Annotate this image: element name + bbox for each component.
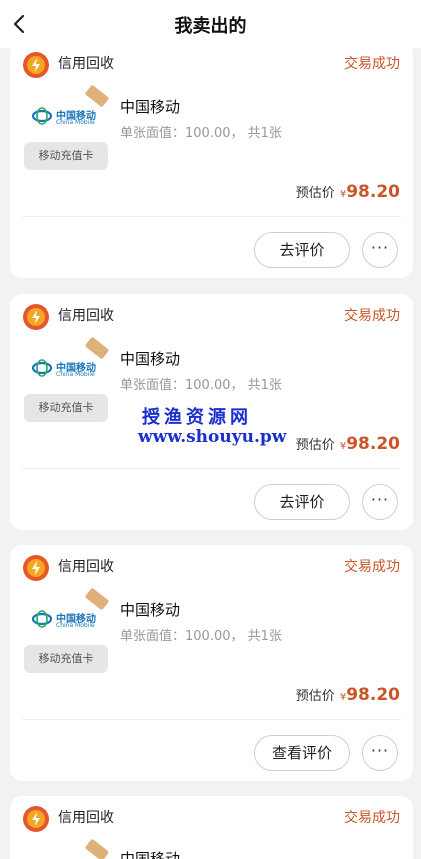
merchant-logo-icon: [23, 806, 49, 832]
merchant-name: 信用回收: [58, 559, 114, 575]
china-mobile-logo: 中国移动 China Mobile: [32, 106, 102, 130]
status-label: 交易成功: [344, 559, 400, 575]
product-name: 中国移动: [120, 850, 181, 859]
product-name: 中国移动: [120, 98, 181, 116]
product-name: 中国移动: [120, 350, 181, 368]
product-detail: 单张面值：100.00， 共1张: [120, 629, 282, 644]
order-card[interactable]: 信用回收 交易成功 中国移动 China Mobile 移动充值卡 中国移动 单…: [10, 294, 413, 530]
product-image: 中国移动 China Mobile 移动充值卡: [22, 84, 110, 178]
status-label: 交易成功: [344, 810, 400, 826]
product-image: [22, 838, 108, 859]
china-mobile-logo: 中国移动 China Mobile: [32, 609, 102, 633]
divider: [22, 468, 401, 469]
product-image: 中国移动 China Mobile 移动充值卡: [22, 336, 110, 430]
status-label: 交易成功: [344, 56, 400, 72]
more-options-button[interactable]: ···: [362, 735, 398, 771]
order-card[interactable]: 信用回收 交易成功 中国移动 China Mobile 移动充值卡 中国移动 单…: [10, 545, 413, 781]
status-label: 交易成功: [344, 308, 400, 324]
review-button[interactable]: 去评价: [254, 232, 350, 268]
product-name: 中国移动: [120, 601, 181, 619]
merchant-name: 信用回收: [58, 56, 114, 72]
divider: [22, 719, 401, 720]
corner-tag-icon: [84, 838, 108, 859]
merchant-name: 信用回收: [58, 308, 114, 324]
merchant-logo-icon: [23, 304, 49, 330]
more-options-button[interactable]: ···: [362, 232, 398, 268]
order-card[interactable]: 信用回收 交易成功 中国移动: [10, 796, 413, 859]
more-options-button[interactable]: ···: [362, 484, 398, 520]
estimated-price: 预估价 ¥98.20: [295, 685, 400, 705]
top-bar: 我卖出的: [0, 0, 421, 48]
china-mobile-logo: 中国移动 China Mobile: [32, 358, 102, 382]
china-mobile-swirl-icon: [32, 610, 52, 628]
merchant-logo-icon: [23, 52, 49, 78]
corner-tag-icon: [84, 336, 110, 360]
corner-tag-icon: [84, 84, 110, 108]
china-mobile-swirl-icon: [32, 359, 52, 377]
view-review-button[interactable]: 查看评价: [254, 735, 350, 771]
merchant-name: 信用回收: [58, 810, 114, 826]
divider: [22, 216, 401, 217]
card-type-badge: 移动充值卡: [24, 394, 108, 422]
page-title: 我卖出的: [174, 16, 247, 37]
china-mobile-swirl-icon: [32, 107, 52, 125]
card-type-badge: 移动充值卡: [24, 645, 108, 673]
corner-tag-icon: [84, 587, 110, 611]
review-button[interactable]: 去评价: [254, 484, 350, 520]
product-detail: 单张面值：100.00， 共1张: [120, 126, 282, 141]
product-image: 中国移动 China Mobile 移动充值卡: [22, 587, 110, 681]
merchant-logo-icon: [23, 555, 49, 581]
card-type-badge: 移动充值卡: [24, 142, 108, 170]
product-detail: 单张面值：100.00， 共1张: [120, 378, 282, 393]
order-card[interactable]: 信用回收 交易成功 中国移动 China Mobile 移动充值卡 中国移动 单…: [10, 42, 413, 278]
estimated-price: 预估价 ¥98.20: [295, 434, 400, 454]
estimated-price: 预估价 ¥98.20: [295, 182, 400, 202]
